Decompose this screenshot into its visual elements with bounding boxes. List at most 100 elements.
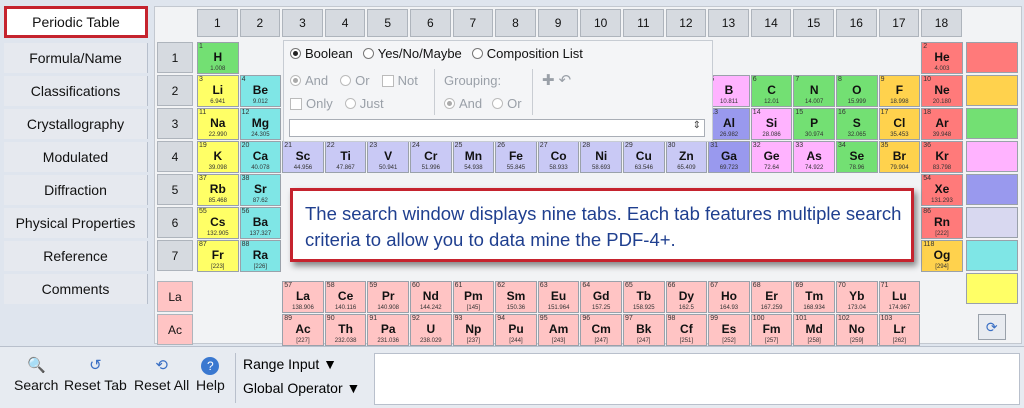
element-cell[interactable]: 26 Fe 55.845 — [495, 141, 537, 173]
spinner-icon[interactable]: ⇕ — [693, 120, 701, 131]
period-header[interactable]: 7 — [157, 240, 193, 271]
element-cell[interactable]: 56 Ba 137.327 — [239, 207, 282, 239]
element-cell[interactable]: 55 Cs 132.905 — [197, 207, 239, 239]
element-cell[interactable]: 19 K 39.098 — [197, 141, 239, 173]
element-cell[interactable]: 24 Cr 51.996 — [410, 141, 452, 173]
element-cell[interactable]: 23 V 50.941 — [367, 141, 409, 173]
element-cell[interactable]: 99 Es [252] — [708, 314, 750, 346]
element-cell[interactable]: 62 Sm 150.36 — [495, 281, 537, 313]
element-cell[interactable]: 100 Fm [257] — [750, 314, 793, 346]
element-cell[interactable]: 4 Be 9.012 — [239, 75, 282, 107]
element-cell[interactable]: 97 Bk [247] — [623, 314, 665, 346]
element-cell[interactable]: 13 Al 26.982 — [708, 108, 750, 140]
group-header[interactable]: 14 — [750, 9, 792, 37]
element-cell[interactable]: 5B10.811 — [708, 75, 750, 107]
element-cell[interactable]: 98 Cf [251] — [665, 314, 708, 346]
sidebar-tab-classifications[interactable]: Classifications — [4, 76, 148, 106]
sidebar-tab-comments[interactable]: Comments — [4, 274, 148, 304]
just-radio[interactable] — [344, 98, 356, 109]
element-cell[interactable]: 11 Na 22.990 — [197, 108, 239, 140]
group-header[interactable]: 15 — [793, 9, 834, 37]
element-cell[interactable]: 34 Se 78.96 — [836, 141, 878, 173]
element-cell[interactable]: 65 Tb 158.925 — [623, 281, 665, 313]
composition-list-radio[interactable] — [471, 48, 483, 59]
element-cell[interactable]: 35 Br 79.904 — [878, 141, 921, 173]
legend-swatch[interactable] — [965, 42, 1018, 73]
legend-swatch[interactable] — [965, 240, 1018, 271]
legend-swatch[interactable] — [965, 75, 1018, 106]
element-cell[interactable]: 27 Co 58.933 — [537, 141, 580, 173]
query-display-box[interactable] — [374, 353, 1020, 405]
element-cell[interactable]: 36 Kr 83.798 — [921, 141, 963, 173]
grouping-or-radio[interactable] — [492, 98, 504, 109]
element-cell[interactable]: 89 Ac [227] — [282, 314, 324, 346]
group-header[interactable]: 17 — [878, 9, 920, 37]
search-button[interactable]: 🔍 Search — [14, 357, 58, 393]
refresh-button[interactable]: ⟳ — [977, 314, 1006, 340]
element-cell[interactable]: 69 Tm 168.934 — [793, 281, 835, 313]
element-cell[interactable]: 30 Zn 65.409 — [665, 141, 708, 173]
element-cell[interactable]: 32 Ge 72.64 — [750, 141, 793, 173]
group-header[interactable]: 8 — [495, 9, 536, 37]
series-header[interactable]: La — [157, 281, 193, 312]
grouping-and-radio[interactable] — [444, 98, 455, 109]
element-cell[interactable]: 37 Rb 85.468 — [197, 174, 239, 206]
range-input-dropdown[interactable]: Range Input ▼ — [243, 356, 337, 372]
expression-field[interactable]: ⇕ — [289, 119, 705, 137]
yes-no-maybe-radio[interactable] — [362, 48, 374, 59]
element-cell[interactable]: 58 Ce 140.116 — [324, 281, 367, 313]
legend-swatch[interactable] — [965, 174, 1018, 205]
or-radio[interactable] — [340, 75, 352, 86]
element-cell[interactable]: 101 Md [258] — [793, 314, 835, 346]
group-header[interactable]: 11 — [623, 9, 664, 37]
sidebar-tab-formula-name[interactable]: Formula/Name — [4, 43, 148, 73]
element-cell[interactable]: 94 Pu [244] — [495, 314, 537, 346]
reset-all-button[interactable]: ⟲ Reset All — [134, 357, 189, 393]
element-cell[interactable]: 15 P 30.974 — [793, 108, 835, 140]
boolean-radio[interactable] — [290, 48, 301, 59]
sidebar-tab-modulated[interactable]: Modulated — [4, 142, 148, 172]
group-header[interactable]: 2 — [239, 9, 281, 37]
not-checkbox[interactable] — [381, 74, 394, 87]
group-header[interactable]: 6 — [410, 9, 451, 37]
group-header[interactable]: 16 — [836, 9, 877, 37]
period-header[interactable]: 3 — [157, 108, 193, 139]
element-cell[interactable]: 2 He 4.003 — [921, 42, 963, 74]
element-cell[interactable]: 21 Sc 44.956 — [282, 141, 324, 173]
group-header[interactable]: 4 — [324, 9, 366, 37]
element-cell[interactable]: 68 Er 167.259 — [750, 281, 793, 313]
sidebar-tab-crystallography[interactable]: Crystallography — [4, 109, 148, 139]
period-header[interactable]: 5 — [157, 174, 193, 205]
element-cell[interactable]: 86 Rn [222] — [921, 207, 963, 239]
period-header[interactable]: 4 — [157, 141, 193, 172]
sidebar-tab-physical-properties[interactable]: Physical Properties — [4, 208, 148, 238]
element-cell[interactable]: 17 Cl 35.453 — [878, 108, 921, 140]
group-header[interactable]: 18 — [921, 9, 962, 37]
group-header[interactable]: 13 — [708, 9, 749, 37]
element-cell[interactable]: 93 Np [237] — [452, 314, 495, 346]
element-cell[interactable]: 10 Ne 20.180 — [921, 75, 963, 107]
element-cell[interactable]: 71 Lu 174.967 — [878, 281, 921, 313]
element-cell[interactable]: 25 Mn 54.938 — [452, 141, 495, 173]
legend-swatch[interactable] — [965, 273, 1018, 304]
group-header[interactable]: 9 — [537, 9, 579, 37]
group-header[interactable]: 1 — [197, 9, 238, 37]
element-cell[interactable]: 60 Nd 144.242 — [410, 281, 452, 313]
element-cell[interactable]: 3 Li 6.941 — [197, 75, 239, 107]
sidebar-tab-reference[interactable]: Reference — [4, 241, 148, 271]
element-cell[interactable]: 63 Eu 151.964 — [537, 281, 580, 313]
help-button[interactable]: ? Help — [196, 357, 225, 393]
element-cell[interactable]: 18 Ar 39.948 — [921, 108, 963, 140]
element-cell[interactable]: 12 Mg 24.305 — [239, 108, 282, 140]
and-radio[interactable] — [290, 75, 301, 86]
element-cell[interactable]: 22 Ti 47.867 — [324, 141, 367, 173]
element-cell[interactable]: 66 Dy 162.5 — [665, 281, 708, 313]
element-cell[interactable]: 28 Ni 58.693 — [580, 141, 622, 173]
element-cell[interactable]: 67 Ho 164.93 — [708, 281, 750, 313]
group-header[interactable]: 12 — [665, 9, 707, 37]
element-cell[interactable]: 57 La 138.906 — [282, 281, 324, 313]
group-header[interactable]: 7 — [452, 9, 494, 37]
element-cell[interactable]: 7 N 14.007 — [793, 75, 835, 107]
period-header[interactable]: 6 — [157, 207, 193, 238]
element-cell[interactable]: 54 Xe 131.293 — [921, 174, 963, 206]
